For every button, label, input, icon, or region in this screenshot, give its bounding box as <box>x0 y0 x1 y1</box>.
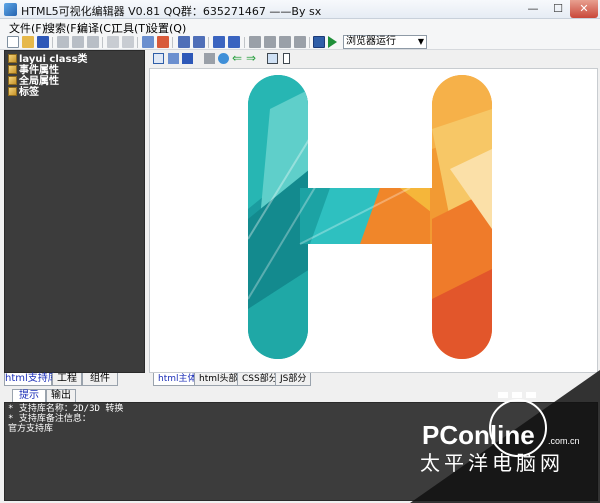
watermark-tagline: 太平洋电脑网 <box>420 451 564 475</box>
tree-item-tags[interactable]: 标签 <box>8 87 39 98</box>
pconline-watermark: PConline .com.cn 太平洋电脑网 <box>400 370 600 503</box>
output-line: 官方支持库 <box>8 424 54 434</box>
undo-icon[interactable] <box>107 36 119 48</box>
minimize-button[interactable]: — <box>520 0 546 18</box>
run-target-value: 浏览器运行 <box>346 36 396 47</box>
tab-html-head[interactable]: html头部 <box>194 373 243 386</box>
menu-bar: 文件(F) 搜索(F) 编译(C) 工具(T) 设置(Q) <box>0 19 600 35</box>
output-line: * 支持库备注信息： <box>8 414 91 424</box>
tree-item-label: 标签 <box>19 87 39 98</box>
tag-icon[interactable] <box>249 36 261 48</box>
tab-project[interactable]: 工程 <box>52 373 82 386</box>
title-bar: HTML5可视化编辑器 V0.81 QQ群：635271467 ——By sx … <box>0 0 600 19</box>
tree-item-label: layui class类 <box>19 54 88 65</box>
tag-up-icon[interactable] <box>264 36 276 48</box>
tab-hints[interactable]: 提示 <box>12 389 46 402</box>
new-file-icon[interactable] <box>7 36 19 48</box>
design-view-icon[interactable] <box>153 53 164 64</box>
menu-file[interactable]: 文件(F) <box>9 20 46 36</box>
toolbar-separator <box>172 37 173 48</box>
tab-js[interactable]: JS部分 <box>275 373 312 386</box>
menu-tools[interactable]: 工具(T) <box>112 20 149 36</box>
format-icon[interactable] <box>178 36 190 48</box>
window-title: HTML5可视化编辑器 V0.81 QQ群：635271467 ——By sx <box>21 5 322 18</box>
left-tab-strip: html支持库 工程 组件 <box>4 373 145 386</box>
tab-html-library[interactable]: html支持库 <box>4 373 58 386</box>
menu-settings[interactable]: 设置(Q) <box>147 20 186 36</box>
folder-icon <box>8 76 17 85</box>
back-arrow-icon[interactable]: ⇐ <box>232 52 243 64</box>
menu-search[interactable]: 搜索(F) <box>44 20 81 36</box>
code-view-icon[interactable] <box>168 53 179 64</box>
replace-icon[interactable] <box>193 36 205 48</box>
refresh-icon[interactable] <box>218 53 229 64</box>
folder-icon <box>8 65 17 74</box>
indent-icon[interactable] <box>213 36 225 48</box>
save-icon[interactable] <box>37 36 49 48</box>
tree-item-events[interactable]: 事件属性 <box>8 65 59 76</box>
split-view-icon[interactable] <box>182 53 193 64</box>
tag-remove-icon[interactable] <box>294 36 306 48</box>
redo-icon[interactable] <box>122 36 134 48</box>
list-icon[interactable] <box>157 36 169 48</box>
tree-item-label: 事件属性 <box>19 65 59 76</box>
tree-item-global[interactable]: 全局属性 <box>8 76 59 87</box>
mobile-view-icon[interactable] <box>283 53 290 64</box>
outdent-icon[interactable] <box>228 36 240 48</box>
forward-arrow-icon[interactable]: ⇒ <box>246 52 257 64</box>
output-line: * 支持库名称：2D/3D 转换 <box>8 404 124 414</box>
watermark-domain: .com.cn <box>548 436 580 446</box>
maximize-button[interactable]: ☐ <box>545 0 571 18</box>
copy-icon[interactable] <box>72 36 84 48</box>
tab-components[interactable]: 组件 <box>82 373 118 386</box>
watermark-brand: PConline <box>422 420 535 450</box>
folder-icon <box>8 87 17 96</box>
tab-output[interactable]: 输出 <box>46 389 76 402</box>
chevron-down-icon: ▼ <box>417 37 424 46</box>
h5-logo-graphic <box>248 75 492 359</box>
tag-down-icon[interactable] <box>279 36 291 48</box>
editor-toolbar: ⇐ ⇒ <box>149 50 598 68</box>
run-icon[interactable] <box>328 36 337 48</box>
folder-icon <box>8 54 17 63</box>
run-target-select[interactable]: 浏览器运行 ▼ <box>343 35 427 49</box>
toolbar-separator <box>244 37 245 48</box>
toolbar-separator <box>208 37 209 48</box>
main-toolbar <box>0 35 600 50</box>
open-folder-icon[interactable] <box>22 36 34 48</box>
desktop-view-icon[interactable] <box>267 53 278 64</box>
toolbar-separator <box>137 37 138 48</box>
cut-icon[interactable] <box>57 36 69 48</box>
copy-page-icon[interactable] <box>204 53 215 64</box>
pconline-logo: PConline .com.cn 太平洋电脑网 <box>410 370 600 503</box>
toolbar-separator <box>52 37 53 48</box>
paste-icon[interactable] <box>87 36 99 48</box>
tree-item-layui[interactable]: layui class类 <box>8 54 87 65</box>
preview-icon[interactable] <box>142 36 154 48</box>
close-button[interactable]: ✕ <box>570 0 598 18</box>
toolbar-separator <box>102 37 103 48</box>
library-tree-panel: layui class类 事件属性 全局属性 标签 <box>4 50 145 373</box>
browser-icon[interactable] <box>313 36 325 48</box>
design-canvas[interactable] <box>149 68 598 373</box>
menu-compile[interactable]: 编译(C) <box>77 20 115 36</box>
toolbar-separator <box>309 37 310 48</box>
tree-item-label: 全局属性 <box>19 76 59 87</box>
app-icon <box>4 3 17 16</box>
